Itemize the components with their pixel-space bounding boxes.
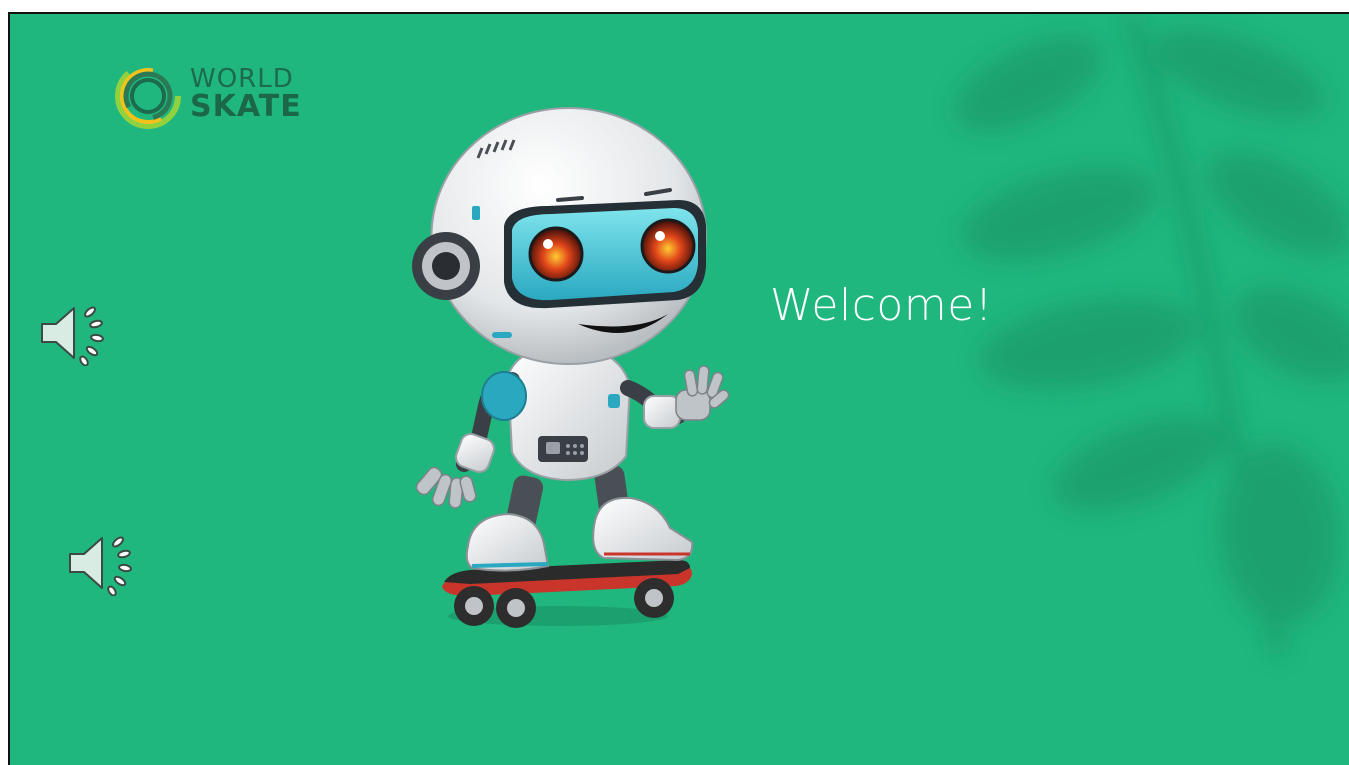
robot-skateboard-illustration: [412, 107, 730, 628]
welcome-title: Welcome!: [770, 280, 993, 331]
presentation-window: WORLD SKATE Welcome!: [0, 0, 1349, 765]
audio-speaker-icon-2[interactable]: [66, 530, 138, 597]
slide-canvas: WORLD SKATE Welcome!: [8, 12, 1349, 765]
logo-rings-icon: [115, 63, 181, 129]
leaves-background-decoration: [954, 14, 1349, 656]
speaker-icon: [41, 306, 104, 367]
speaker-icon: [69, 536, 132, 597]
world-skate-logo: WORLD SKATE: [110, 56, 320, 134]
audio-speaker-icon-1[interactable]: [38, 300, 110, 367]
logo-word-skate: SKATE: [190, 89, 302, 124]
